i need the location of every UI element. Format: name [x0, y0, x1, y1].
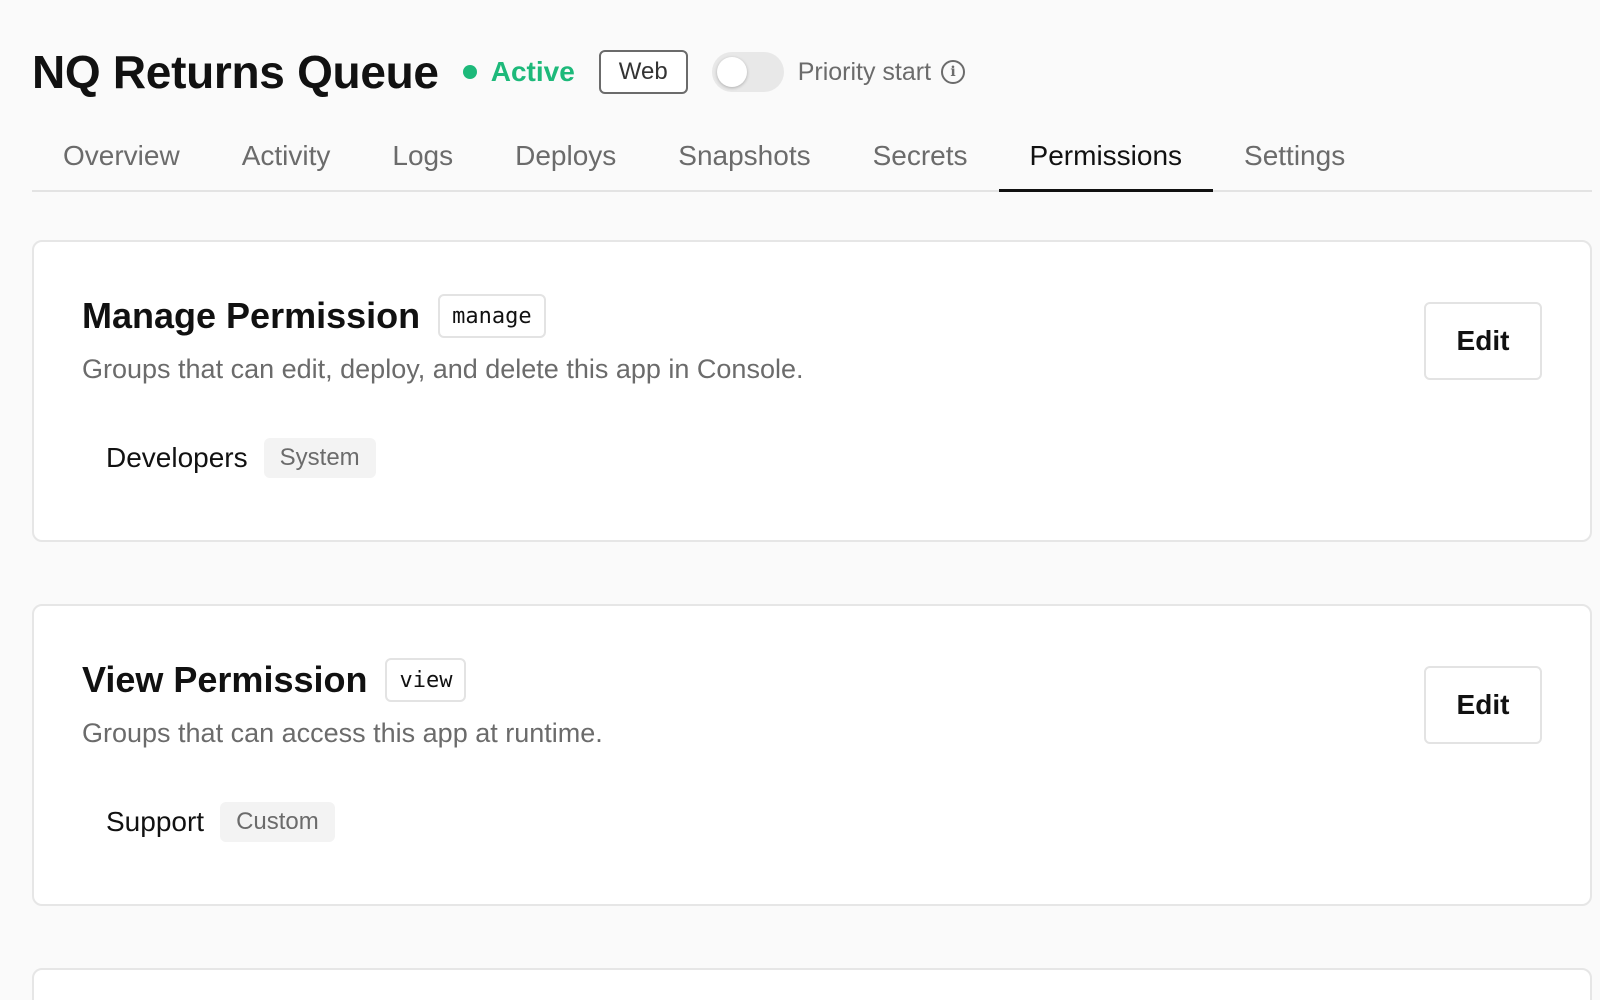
- permission-code-badge: view: [385, 658, 467, 702]
- status-dot-icon: [462, 65, 477, 79]
- tab-logs[interactable]: Logs: [361, 122, 484, 190]
- app-title: NQ Returns Queue: [32, 46, 439, 98]
- edit-manage-permission-button[interactable]: Edit: [1424, 302, 1542, 380]
- priority-start-label: Priority start: [797, 57, 932, 86]
- priority-start-toggle[interactable]: [711, 52, 784, 92]
- group-name: Support: [106, 806, 205, 837]
- card-description: Groups that can edit, deploy, and delete…: [82, 354, 804, 384]
- tab-bar: Overview Activity Logs Deploys Snapshots…: [32, 122, 1592, 192]
- tab-secrets[interactable]: Secrets: [842, 122, 999, 190]
- tab-activity[interactable]: Activity: [211, 122, 362, 190]
- card-title: Manage Permission: [82, 295, 421, 336]
- tab-permissions[interactable]: Permissions: [998, 122, 1214, 192]
- info-icon[interactable]: i: [941, 60, 966, 84]
- group-type-tag: System: [263, 438, 376, 478]
- permission-code-badge: manage: [438, 294, 546, 338]
- app-header: NQ Returns Queue Active Web Priority sta…: [32, 44, 966, 100]
- tab-deploys[interactable]: Deploys: [484, 122, 647, 190]
- card-title: View Permission: [82, 659, 368, 700]
- group-name: Developers: [106, 442, 248, 473]
- card-header: View Permission view: [82, 658, 467, 702]
- app-permissions-page: NQ Returns Queue Active Web Priority sta…: [0, 0, 1600, 1000]
- card-description: Groups that can access this app at runti…: [82, 718, 603, 748]
- group-type-tag: Custom: [220, 802, 335, 842]
- status-label: Active: [490, 56, 575, 87]
- view-permission-card: View Permission view Groups that can acc…: [32, 604, 1592, 906]
- edit-view-permission-button[interactable]: Edit: [1424, 666, 1542, 744]
- group-item: Support Custom: [106, 802, 335, 842]
- tab-snapshots[interactable]: Snapshots: [647, 122, 841, 190]
- tab-overview[interactable]: Overview: [32, 122, 211, 190]
- card-header: Manage Permission manage: [82, 294, 546, 338]
- status-indicator: Active: [462, 56, 575, 88]
- permission-card-partial: [32, 968, 1592, 1000]
- toggle-knob: [716, 57, 747, 87]
- tab-settings[interactable]: Settings: [1213, 122, 1376, 190]
- platform-badge: Web: [598, 50, 688, 94]
- manage-permission-card: Manage Permission manage Groups that can…: [32, 240, 1592, 542]
- group-item: Developers System: [106, 438, 376, 478]
